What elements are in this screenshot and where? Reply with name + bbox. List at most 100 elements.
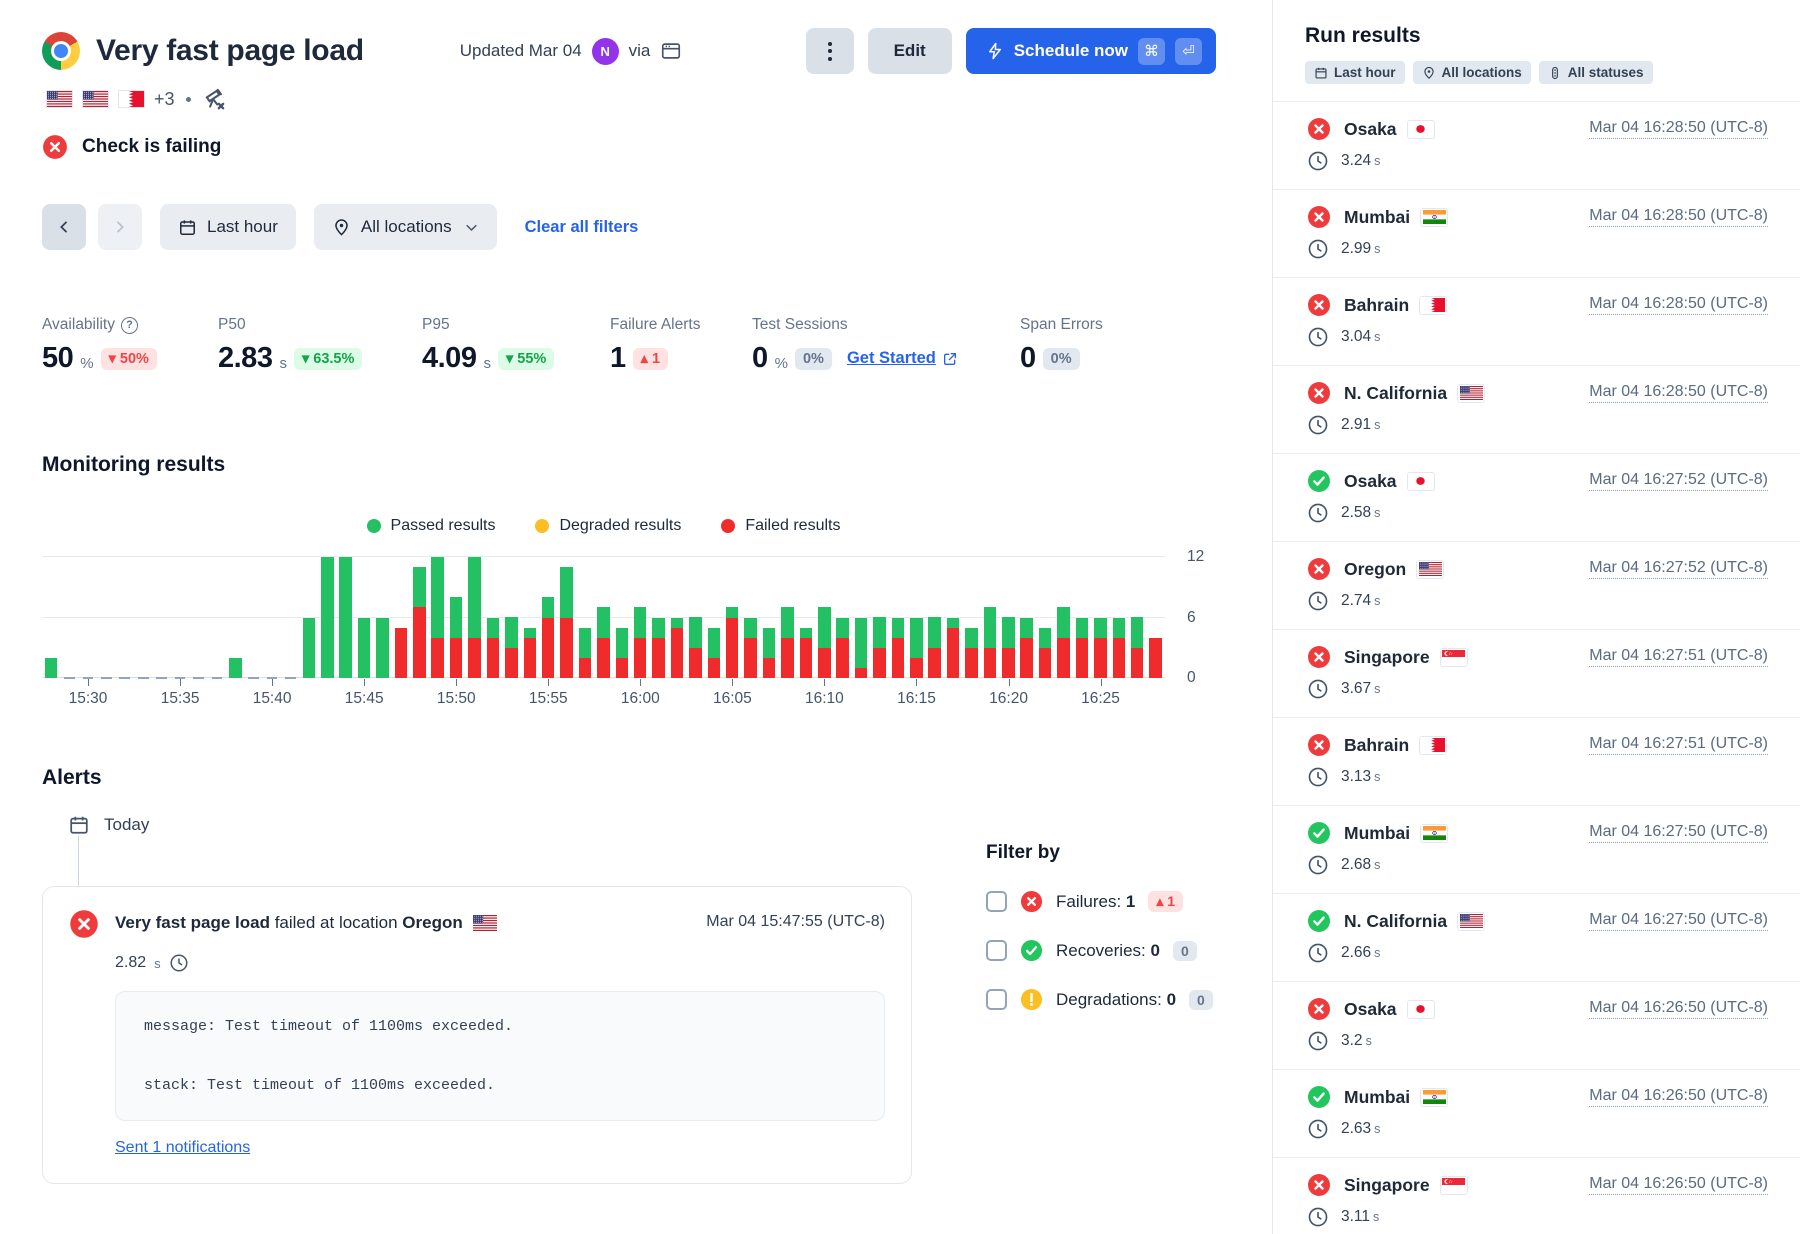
run-timestamp-link[interactable]: Mar 04 16:27:52 (UTC-8)	[1589, 471, 1768, 491]
chart-bar[interactable]	[1110, 557, 1128, 678]
run-timestamp-link[interactable]: Mar 04 16:26:50 (UTC-8)	[1589, 1175, 1768, 1195]
chart-bar[interactable]	[1018, 557, 1036, 678]
chart-bar[interactable]	[134, 557, 152, 678]
run-result-row[interactable]: N. California Mar 04 16:28:50 (UTC-8) 2.…	[1273, 366, 1800, 454]
chart-bar[interactable]	[962, 557, 980, 678]
run-timestamp-link[interactable]: Mar 04 16:27:50 (UTC-8)	[1589, 911, 1768, 931]
chart-bar[interactable]	[705, 557, 723, 678]
chart-bar[interactable]	[889, 557, 907, 678]
run-result-row[interactable]: Oregon Mar 04 16:27:52 (UTC-8) 2.74s	[1273, 542, 1800, 630]
chart-bar[interactable]	[429, 557, 447, 678]
chart-bar[interactable]	[760, 557, 778, 678]
chart-bar[interactable]	[208, 557, 226, 678]
chart-bar[interactable]	[226, 557, 244, 678]
chart-bar[interactable]	[649, 557, 667, 678]
chart-bar[interactable]	[465, 557, 483, 678]
chart-bar[interactable]	[263, 557, 281, 678]
chart-bar[interactable]	[502, 557, 520, 678]
checkbox[interactable]	[986, 940, 1007, 961]
chart-bar[interactable]	[60, 557, 78, 678]
run-timestamp-link[interactable]: Mar 04 16:26:50 (UTC-8)	[1589, 1087, 1768, 1107]
chart-bar[interactable]	[1091, 557, 1109, 678]
run-timestamp-link[interactable]: Mar 04 16:27:52 (UTC-8)	[1589, 559, 1768, 579]
chart-bar[interactable]	[852, 557, 870, 678]
chart-bar[interactable]	[741, 557, 759, 678]
chart-bar[interactable]	[981, 557, 999, 678]
chart-bar[interactable]	[686, 557, 704, 678]
clear-all-filters-link[interactable]: Clear all filters	[525, 218, 639, 237]
run-timestamp-link[interactable]: Mar 04 16:26:50 (UTC-8)	[1589, 999, 1768, 1019]
chip-last-hour[interactable]: Last hour	[1305, 61, 1405, 84]
run-result-row[interactable]: Mumbai Mar 04 16:28:50 (UTC-8) 2.99s	[1273, 190, 1800, 278]
chart-bar[interactable]	[926, 557, 944, 678]
chart-bar[interactable]	[907, 557, 925, 678]
chart-bar[interactable]	[1054, 557, 1072, 678]
get-started-link[interactable]: Get Started	[847, 349, 958, 368]
next-page-button[interactable]	[98, 204, 142, 250]
run-result-row[interactable]: Osaka Mar 04 16:28:50 (UTC-8) 3.24s	[1273, 102, 1800, 190]
sent-notifications-link[interactable]: Sent 1 notifications	[115, 1139, 250, 1157]
run-timestamp-link[interactable]: Mar 04 16:28:50 (UTC-8)	[1589, 383, 1768, 403]
run-timestamp-link[interactable]: Mar 04 16:28:50 (UTC-8)	[1589, 119, 1768, 139]
chart-bar[interactable]	[410, 557, 428, 678]
run-timestamp-link[interactable]: Mar 04 16:28:50 (UTC-8)	[1589, 207, 1768, 227]
help-icon[interactable]: ?	[121, 317, 138, 334]
schedule-now-button[interactable]: Schedule now ⌘ ⏎	[966, 28, 1216, 74]
chart-bar[interactable]	[944, 557, 962, 678]
chip-all-statuses[interactable]: All statuses	[1539, 61, 1653, 84]
run-timestamp-link[interactable]: Mar 04 16:28:50 (UTC-8)	[1589, 295, 1768, 315]
checkbox[interactable]	[986, 891, 1007, 912]
chart-bar[interactable]	[797, 557, 815, 678]
previous-page-button[interactable]	[42, 204, 86, 250]
alert-card[interactable]: Very fast page load failed at location O…	[42, 886, 912, 1184]
run-result-row[interactable]: Singapore Mar 04 16:26:50 (UTC-8) 3.11s	[1273, 1158, 1800, 1234]
run-timestamp-link[interactable]: Mar 04 16:27:51 (UTC-8)	[1589, 647, 1768, 667]
chart-bar[interactable]	[521, 557, 539, 678]
run-result-row[interactable]: Mumbai Mar 04 16:27:50 (UTC-8) 2.68s	[1273, 806, 1800, 894]
chart-bar[interactable]	[723, 557, 741, 678]
chart-bar[interactable]	[613, 557, 631, 678]
edit-button[interactable]: Edit	[868, 28, 952, 74]
chart-bar[interactable]	[999, 557, 1017, 678]
chart-bar[interactable]	[171, 557, 189, 678]
chart-bar[interactable]	[447, 557, 465, 678]
run-result-row[interactable]: Bahrain Mar 04 16:27:51 (UTC-8) 3.13s	[1273, 718, 1800, 806]
chart-bar[interactable]	[318, 557, 336, 678]
avatar[interactable]: N	[592, 38, 619, 65]
chart-bar[interactable]	[42, 557, 60, 678]
chart-bar[interactable]	[116, 557, 134, 678]
run-result-row[interactable]: Osaka Mar 04 16:27:52 (UTC-8) 2.58s	[1273, 454, 1800, 542]
chart-bar[interactable]	[79, 557, 97, 678]
chart-bar[interactable]	[337, 557, 355, 678]
chart-bar[interactable]	[244, 557, 262, 678]
chart-bar[interactable]	[484, 557, 502, 678]
run-result-row[interactable]: Mumbai Mar 04 16:26:50 (UTC-8) 2.63s	[1273, 1070, 1800, 1158]
run-result-row[interactable]: Bahrain Mar 04 16:28:50 (UTC-8) 3.04s	[1273, 278, 1800, 366]
time-range-filter-button[interactable]: Last hour	[160, 204, 296, 250]
run-result-row[interactable]: Singapore Mar 04 16:27:51 (UTC-8) 3.67s	[1273, 630, 1800, 718]
run-result-row[interactable]: Osaka Mar 04 16:26:50 (UTC-8) 3.2s	[1273, 982, 1800, 1070]
chart-bar[interactable]	[631, 557, 649, 678]
more-options-button[interactable]	[806, 28, 854, 74]
chart-bar[interactable]	[300, 557, 318, 678]
chart-bar[interactable]	[539, 557, 557, 678]
chart-bar[interactable]	[355, 557, 373, 678]
chart-bar[interactable]	[1146, 557, 1164, 678]
chart-bar[interactable]	[815, 557, 833, 678]
run-timestamp-link[interactable]: Mar 04 16:27:51 (UTC-8)	[1589, 735, 1768, 755]
chart-bar[interactable]	[1073, 557, 1091, 678]
chart-bar[interactable]	[373, 557, 391, 678]
chip-all-locations[interactable]: All locations	[1413, 61, 1531, 84]
run-timestamp-link[interactable]: Mar 04 16:27:50 (UTC-8)	[1589, 823, 1768, 843]
locations-filter-dropdown[interactable]: All locations	[314, 204, 497, 250]
chart-bar[interactable]	[152, 557, 170, 678]
chart-bar[interactable]	[668, 557, 686, 678]
chart-bar[interactable]	[97, 557, 115, 678]
chart-bar[interactable]	[833, 557, 851, 678]
chart-bar[interactable]	[594, 557, 612, 678]
chart-bar[interactable]	[576, 557, 594, 678]
chart-bar[interactable]	[557, 557, 575, 678]
checkbox[interactable]	[986, 989, 1007, 1010]
chart-bar[interactable]	[1036, 557, 1054, 678]
chart-bar[interactable]	[392, 557, 410, 678]
